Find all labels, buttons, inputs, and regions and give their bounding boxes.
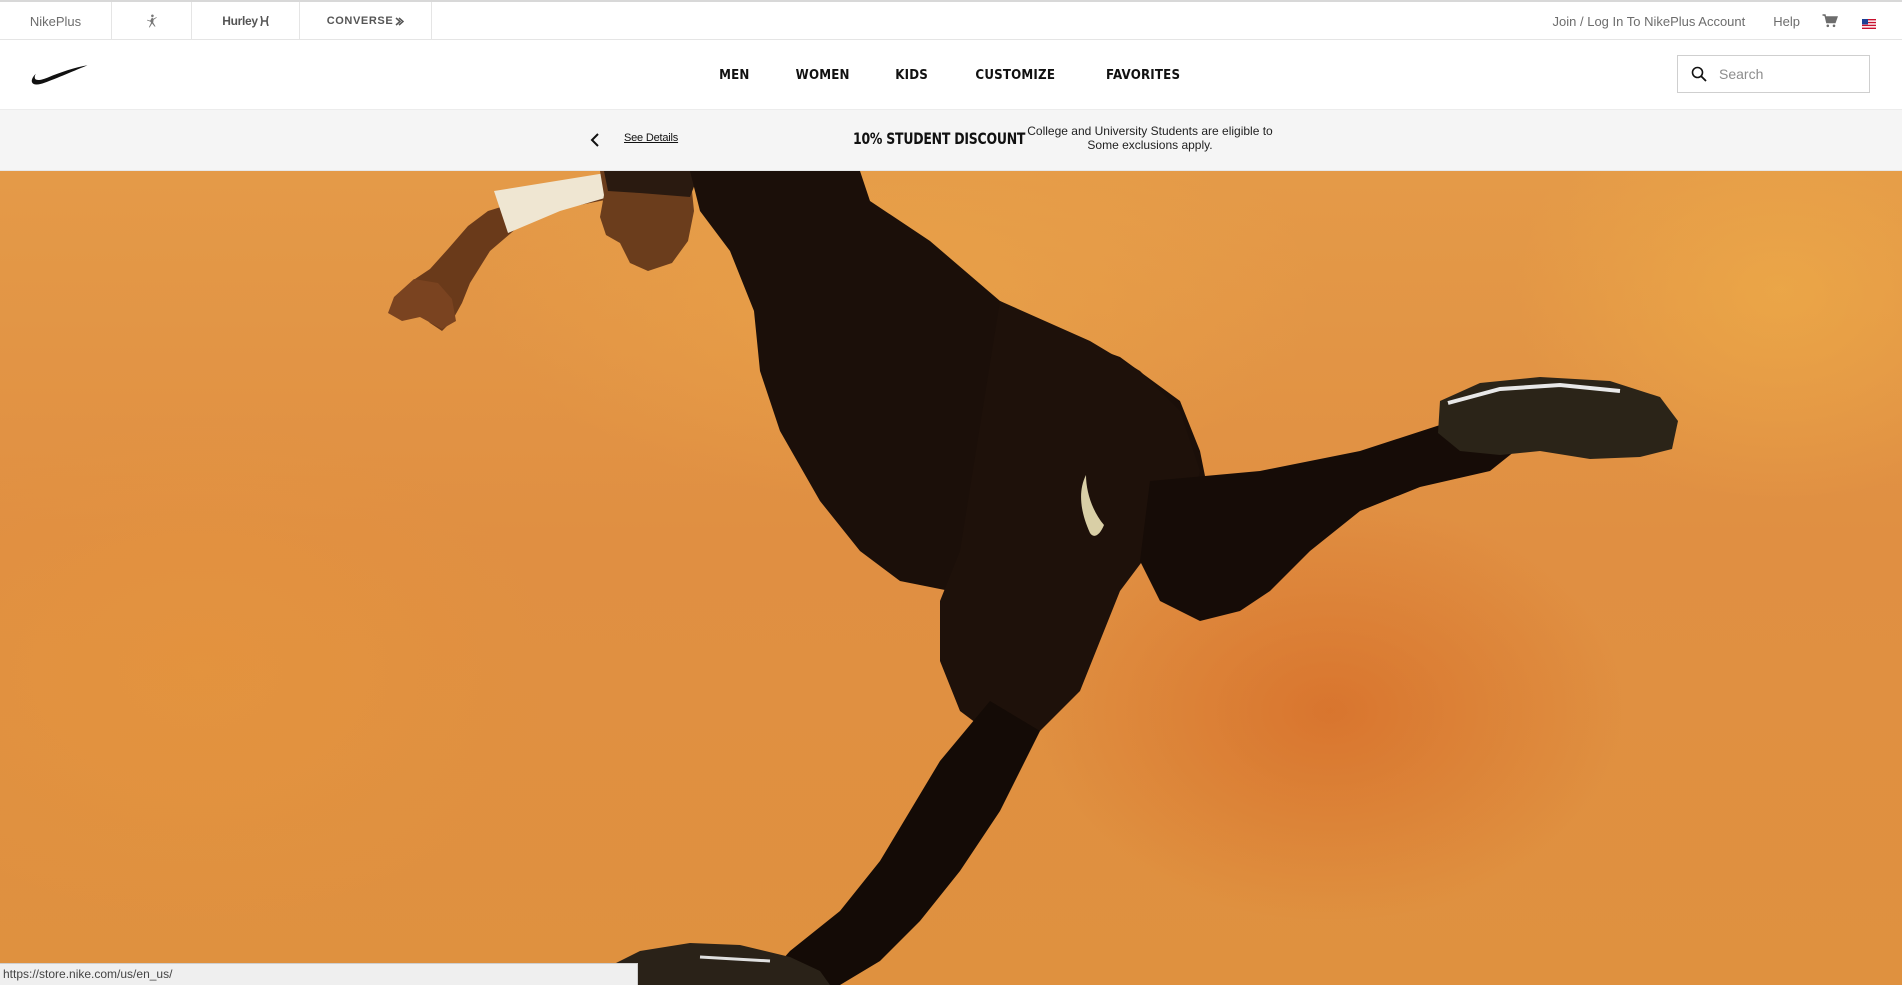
hurley-h-icon	[260, 16, 269, 26]
main-header: MEN WOMEN KIDS CUSTOMIZE FAVORITES	[0, 40, 1902, 110]
search-icon[interactable]	[1691, 66, 1707, 82]
converse-logo: CONVERSE	[326, 15, 394, 27]
brand-tab-hurley[interactable]: Hurley	[192, 2, 300, 40]
hero-banner[interactable]	[0, 171, 1902, 985]
search-input[interactable]	[1717, 65, 1861, 83]
join-login-link[interactable]: Join / Log In To NikePlus Account	[1553, 14, 1746, 29]
brand-tabs: NikePlus Hurley CONVERSE	[0, 2, 432, 40]
chevron-left-icon[interactable]	[588, 130, 602, 150]
search-box[interactable]	[1677, 55, 1870, 93]
promo-line-2: Some exclusions apply.	[1087, 138, 1213, 152]
promo-title: 10% STUDENT DISCOUNT	[853, 129, 1026, 148]
see-details-link[interactable]: See Details	[624, 132, 678, 144]
hero-runner-image	[388, 171, 1678, 985]
brand-tab-jordan[interactable]	[112, 2, 192, 40]
brand-tab-nikeplus-label: NikePlus	[29, 13, 82, 29]
jordan-jumpman-icon	[146, 14, 157, 28]
converse-chevron-icon	[395, 16, 405, 26]
utility-bar: NikePlus Hurley CONVERSE Join / Log In T…	[0, 0, 1902, 40]
hurley-logo: Hurley	[222, 14, 258, 28]
status-url-bar: https://store.nike.com/us/en_us/	[0, 963, 638, 985]
brand-tab-converse[interactable]: CONVERSE	[300, 2, 432, 40]
help-link[interactable]: Help	[1773, 14, 1800, 29]
brand-tab-nikeplus[interactable]: NikePlus	[0, 2, 112, 40]
us-flag-icon[interactable]	[1862, 16, 1876, 29]
promo-banner: See Details 10% STUDENT DISCOUNT College…	[0, 110, 1902, 171]
nav-favorites[interactable]: FAVORITES	[1088, 67, 1197, 83]
nav-women[interactable]: WOMEN	[778, 67, 867, 83]
utility-right: Join / Log In To NikePlus Account Help	[1553, 2, 1902, 40]
main-nav: MEN WOMEN KIDS CUSTOMIZE FAVORITES	[0, 40, 1902, 110]
cart-icon[interactable]	[1822, 14, 1838, 28]
promo-description: College and University Students are elig…	[1010, 124, 1290, 152]
nav-customize[interactable]: CUSTOMIZE	[958, 67, 1073, 83]
nav-men[interactable]: MEN	[702, 67, 768, 83]
nav-kids[interactable]: KIDS	[878, 67, 946, 83]
promo-line-1: College and University Students are elig…	[1027, 124, 1273, 138]
